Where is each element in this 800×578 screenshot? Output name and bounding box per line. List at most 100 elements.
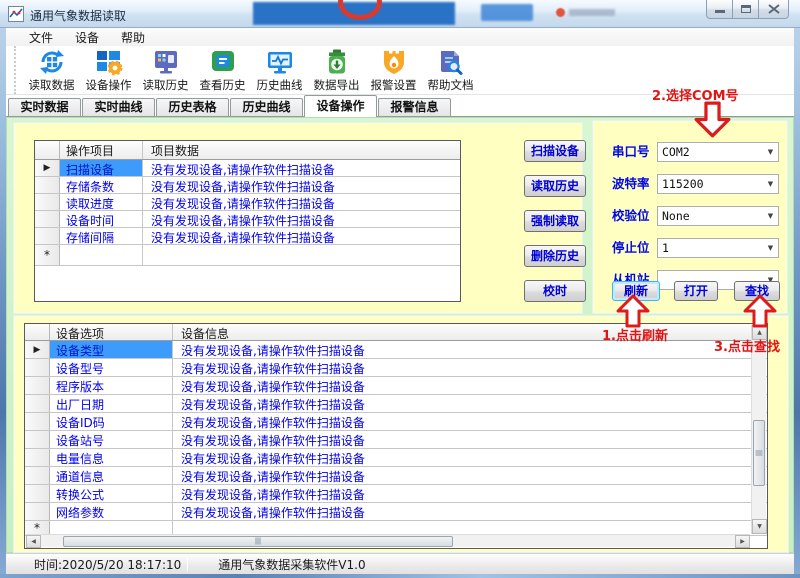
table-row[interactable]: 网络参数 没有发现设备,请操作软件扫描设备 — [25, 503, 767, 521]
annotation-arrow-up-icon — [743, 294, 777, 328]
cell-value[interactable]: 没有发现设备,请操作软件扫描设备 — [173, 431, 751, 448]
cell-value[interactable]: 没有发现设备,请操作软件扫描设备 — [143, 160, 460, 176]
cell-item[interactable]: 设备时间 — [60, 211, 143, 227]
time-sync-button[interactable]: 校时 — [524, 280, 586, 302]
table-row[interactable]: 设备站号 没有发现设备,请操作软件扫描设备 — [25, 431, 767, 449]
cell-item[interactable]: 电量信息 — [50, 449, 173, 466]
cell-item[interactable]: 设备类型 — [50, 341, 173, 358]
table-row[interactable]: 电量信息 没有发现设备,请操作软件扫描设备 — [25, 449, 767, 467]
column-header[interactable]: 操作项目 — [60, 141, 143, 159]
cell-value[interactable]: 没有发现设备,请操作软件扫描设备 — [173, 485, 751, 502]
cell-item[interactable]: 设备ID码 — [50, 413, 173, 430]
cell-item[interactable]: 转换公式 — [50, 485, 173, 502]
toolbar-device-operate-button[interactable]: 设备操作 — [80, 46, 137, 94]
stop-bits-value: 1 — [658, 241, 763, 255]
cell-value[interactable]: 没有发现设备,请操作软件扫描设备 — [173, 395, 751, 412]
cell-item[interactable]: 设备型号 — [50, 359, 173, 376]
com-port-select[interactable]: COM2 ▼ — [657, 142, 779, 162]
toolbar-read-history-button[interactable]: 读取历史 — [137, 46, 194, 94]
toolbar-read-data-button[interactable]: 读取数据 — [23, 46, 80, 94]
cell-value[interactable]: 没有发现设备,请操作软件扫描设备 — [143, 211, 460, 227]
menu-device[interactable]: 设备 — [64, 28, 110, 47]
cell-value[interactable]: 没有发现设备,请操作软件扫描设备 — [173, 449, 751, 466]
table-row[interactable]: 设备时间 没有发现设备,请操作软件扫描设备 — [35, 211, 460, 228]
chevron-down-icon[interactable]: ▼ — [763, 244, 778, 252]
cell-value[interactable]: 没有发现设备,请操作软件扫描设备 — [173, 467, 751, 484]
close-icon — [768, 4, 780, 14]
tab-alarm-info[interactable]: 报警信息 — [378, 98, 451, 117]
cell-value[interactable]: 没有发现设备,请操作软件扫描设备 — [173, 413, 751, 430]
table-row[interactable]: 存储间隔 没有发现设备,请操作软件扫描设备 — [35, 228, 460, 245]
new-row-indicator: * — [35, 245, 60, 265]
scrollbar-thumb[interactable] — [63, 536, 453, 547]
cell-value[interactable] — [173, 521, 751, 535]
table-row[interactable]: 设备型号 没有发现设备,请操作软件扫描设备 — [25, 359, 767, 377]
open-button[interactable]: 打开 — [674, 281, 718, 301]
table-row[interactable]: 通道信息 没有发现设备,请操作软件扫描设备 — [25, 467, 767, 485]
chevron-down-icon[interactable]: ▼ — [763, 180, 778, 188]
cell-item[interactable]: 读取进度 — [60, 194, 143, 210]
vertical-scrollbar[interactable]: ▲ ▼ — [751, 325, 766, 534]
tab-device-operate[interactable]: 设备操作 — [304, 95, 377, 117]
statusbar: 时间:2020/5/20 18:17:10 通用气象数据采集软件V1.0 — [6, 553, 794, 574]
scroll-right-icon[interactable]: ▶ — [735, 535, 750, 548]
delete-history-button[interactable]: 删除历史 — [524, 245, 586, 267]
baud-rate-select[interactable]: 115200 ▼ — [657, 174, 779, 194]
horizontal-scrollbar[interactable]: ◀ ▶ — [26, 534, 750, 547]
cell-item[interactable] — [60, 245, 143, 265]
tab-realtime-data[interactable]: 实时数据 — [8, 98, 81, 117]
toolbar-history-curve-button[interactable]: 历史曲线 — [251, 46, 308, 94]
force-read-button[interactable]: 强制读取 — [524, 210, 586, 232]
parity-select[interactable]: None ▼ — [657, 206, 779, 226]
stop-bits-select[interactable]: 1 ▼ — [657, 238, 779, 258]
cell-item[interactable]: 网络参数 — [50, 503, 173, 520]
tab-history-table[interactable]: 历史表格 — [156, 98, 229, 117]
cell-value[interactable]: 没有发现设备,请操作软件扫描设备 — [143, 177, 460, 193]
column-header[interactable]: 设备选项 — [50, 324, 173, 340]
tab-history-curve[interactable]: 历史曲线 — [230, 98, 303, 117]
toolbar-view-history-button[interactable]: 查看历史 — [194, 46, 251, 94]
table-row[interactable]: 程序版本 没有发现设备,请操作软件扫描设备 — [25, 377, 767, 395]
menu-file[interactable]: 文件 — [18, 28, 64, 47]
table-row[interactable]: 存储条数 没有发现设备,请操作软件扫描设备 — [35, 177, 460, 194]
toolbar-help-doc-button[interactable]: 帮助文档 — [422, 46, 479, 94]
cell-value[interactable]: 没有发现设备,请操作软件扫描设备 — [173, 503, 751, 520]
cell-value[interactable]: 没有发现设备,请操作软件扫描设备 — [173, 359, 751, 376]
table-row[interactable]: 读取进度 没有发现设备,请操作软件扫描设备 — [35, 194, 460, 211]
scrollbar-thumb[interactable] — [753, 420, 765, 486]
cell-value[interactable]: 没有发现设备,请操作软件扫描设备 — [143, 194, 460, 210]
cell-value[interactable]: 没有发现设备,请操作软件扫描设备 — [173, 377, 751, 394]
minimize-button[interactable] — [706, 0, 733, 19]
toolbar-data-export-button[interactable]: 数据导出 — [308, 46, 365, 94]
scroll-down-icon[interactable]: ▼ — [752, 519, 767, 534]
scan-device-button[interactable]: 扫描设备 — [524, 140, 586, 162]
cell-item[interactable]: 存储间隔 — [60, 228, 143, 244]
cell-item[interactable]: 扫描设备 — [60, 160, 143, 176]
table-row[interactable]: 转换公式 没有发现设备,请操作软件扫描设备 — [25, 485, 767, 503]
chevron-down-icon[interactable]: ▼ — [763, 212, 778, 220]
cell-item[interactable]: 出厂日期 — [50, 395, 173, 412]
maximize-button[interactable] — [732, 0, 759, 19]
table-row[interactable]: ▶ 扫描设备 没有发现设备,请操作软件扫描设备 — [35, 160, 460, 177]
column-header[interactable]: 项目数据 — [143, 141, 460, 159]
cell-item[interactable] — [50, 521, 173, 535]
chevron-down-icon[interactable]: ▼ — [763, 148, 778, 156]
close-button[interactable] — [758, 0, 789, 19]
cell-value[interactable] — [143, 245, 460, 265]
read-history-button[interactable]: 读取历史 — [524, 175, 586, 197]
tabstrip-baseline — [6, 116, 794, 117]
table-row[interactable]: 出厂日期 没有发现设备,请操作软件扫描设备 — [25, 395, 767, 413]
cell-value[interactable]: 没有发现设备,请操作软件扫描设备 — [143, 228, 460, 244]
tab-realtime-curve[interactable]: 实时曲线 — [82, 98, 155, 117]
cell-item[interactable]: 存储条数 — [60, 177, 143, 193]
table-row[interactable]: 设备ID码 没有发现设备,请操作软件扫描设备 — [25, 413, 767, 431]
menu-help[interactable]: 帮助 — [110, 28, 156, 47]
cell-item[interactable]: 通道信息 — [50, 467, 173, 484]
cell-item[interactable]: 设备站号 — [50, 431, 173, 448]
scroll-left-icon[interactable]: ◀ — [26, 535, 41, 548]
column-header[interactable]: 设备信息 — [173, 324, 767, 340]
cell-item[interactable]: 程序版本 — [50, 377, 173, 394]
new-row[interactable]: * — [35, 245, 460, 266]
toolbar-alarm-settings-button[interactable]: 报警设置 — [365, 46, 422, 94]
annotation-step1: 1.点击刷新 — [602, 325, 668, 344]
